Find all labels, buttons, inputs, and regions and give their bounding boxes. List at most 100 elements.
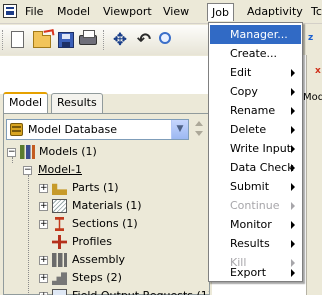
job-menu-monitor[interactable]: Monitor (210, 215, 301, 234)
new-file-button[interactable] (7, 29, 29, 51)
expand-toggle-icon[interactable]: + (39, 256, 48, 265)
expand-toggle-icon[interactable]: + (39, 274, 48, 283)
rotate-button[interactable]: ↶ (133, 29, 155, 51)
menu-item-label: Manager... (230, 28, 288, 41)
axis-z-label: z (308, 33, 314, 43)
job-menu-dropdown: Manager... Create... Edit Copy Rename De… (208, 22, 303, 282)
print-button[interactable] (77, 29, 99, 51)
expand-toggle-icon[interactable]: + (39, 220, 48, 229)
tree-updown-control[interactable] (193, 119, 205, 140)
new-document-icon (11, 31, 24, 48)
menu-file[interactable]: File (21, 3, 47, 21)
zoom-button[interactable] (156, 29, 178, 51)
tree-label: Profiles (72, 235, 112, 248)
tree-node-parts[interactable]: + Parts (1) (4, 179, 204, 197)
submenu-arrow-icon (291, 69, 295, 77)
collapse-toggle-icon[interactable]: − (7, 148, 16, 157)
zoom-icon (159, 32, 171, 44)
job-menu-delete[interactable]: Delete (210, 120, 301, 139)
parts-icon (52, 183, 67, 195)
menu-item-label: Create... (230, 47, 278, 60)
model-database-select[interactable]: Model Database ▼ (6, 119, 189, 140)
job-menu-data-check[interactable]: Data Check (210, 158, 301, 177)
save-button[interactable] (55, 29, 77, 51)
menu-item-label: Results (230, 237, 270, 250)
model-database-value: Model Database (28, 123, 118, 136)
tree-node-field-output-requests[interactable]: + Field Output Requests (1) (4, 287, 209, 295)
job-menu-continue: Continue (210, 196, 301, 215)
tree-node-profiles[interactable]: Profiles (4, 233, 204, 251)
tab-results[interactable]: Results (51, 93, 103, 113)
tree-node-models[interactable]: − Models (1) (4, 143, 204, 161)
models-icon (20, 145, 35, 159)
menu-item-label: Submit (230, 180, 270, 193)
tree-node-steps[interactable]: + Steps (2) (4, 269, 204, 287)
menu-more[interactable]: Tc (307, 3, 322, 21)
module-label: Modu (303, 92, 322, 103)
menu-view[interactable]: View (159, 3, 193, 21)
toolbar-separator (103, 30, 105, 50)
tree-label: Assembly (72, 253, 126, 266)
model-tree: − Models (1) − Model-1 + Parts (1) + Mat… (4, 143, 209, 295)
job-menu-create[interactable]: Create... (210, 44, 301, 63)
expand-toggle-icon[interactable]: + (39, 202, 48, 211)
submenu-arrow-icon (291, 221, 295, 229)
rotate-icon: ↶ (136, 30, 152, 50)
chevron-down-icon[interactable]: ▼ (171, 120, 188, 139)
tab-model[interactable]: Model (3, 92, 49, 114)
job-menu-export[interactable]: Export (210, 263, 301, 282)
tree-label: Materials (1) (72, 199, 142, 212)
job-menu-rename[interactable]: Rename (210, 101, 301, 120)
collapse-toggle-icon[interactable]: − (23, 166, 32, 175)
submenu-arrow-icon (291, 164, 295, 172)
window-menu-icon[interactable] (3, 4, 17, 18)
job-menu-manager[interactable]: Manager... (210, 25, 301, 44)
tree-node-materials[interactable]: + Materials (1) (4, 197, 204, 215)
menu-job[interactable]: Job (207, 3, 234, 21)
tree-label: Sections (1) (72, 217, 138, 230)
job-menu-edit[interactable]: Edit (210, 63, 301, 82)
pan-button[interactable]: ✥ (109, 29, 131, 51)
menu-viewport[interactable]: Viewport (99, 3, 156, 21)
menu-item-label: Data Check (230, 161, 294, 174)
job-menu-write-input[interactable]: Write Input (210, 139, 301, 158)
menu-adaptivity[interactable]: Adaptivity (243, 3, 307, 21)
toolbar-grip (2, 30, 4, 50)
submenu-arrow-icon (291, 88, 295, 96)
main-toolbar: ✥ ↶ (0, 25, 210, 55)
tree-label: Models (1) (39, 145, 97, 158)
tree-label: Field Output Requests (1) (72, 287, 209, 295)
submenu-arrow-icon (291, 145, 295, 153)
database-icon (10, 123, 23, 136)
sections-icon (55, 217, 64, 231)
menu-item-label: Export (230, 266, 267, 279)
assembly-icon (52, 253, 67, 267)
job-menu-results[interactable]: Results (210, 234, 301, 253)
menu-item-label: Edit (230, 66, 252, 79)
profiles-icon (52, 235, 67, 249)
submenu-arrow-icon (291, 269, 295, 277)
submenu-arrow-icon (291, 240, 295, 248)
submenu-arrow-icon (291, 126, 295, 134)
submenu-arrow-icon (291, 183, 295, 191)
open-file-button[interactable] (31, 29, 53, 51)
tree-node-assembly[interactable]: + Assembly (4, 251, 204, 269)
submenu-arrow-icon (291, 202, 295, 210)
job-menu-copy[interactable]: Copy (210, 82, 301, 101)
up-arrow-icon[interactable] (195, 121, 203, 126)
menu-item-label: Rename (230, 104, 276, 117)
axis-x-label: x (315, 66, 321, 76)
expand-toggle-icon[interactable]: + (39, 184, 48, 193)
menu-item-label: Copy (230, 85, 258, 98)
menu-item-label: Delete (230, 123, 267, 136)
field-output-icon (52, 289, 67, 295)
left-panel-top (0, 56, 212, 94)
tree-node-sections[interactable]: + Sections (1) (4, 215, 204, 233)
menu-item-label: Write Input (230, 142, 292, 155)
tree-node-model-1[interactable]: − Model-1 (4, 161, 204, 179)
steps-icon (52, 272, 67, 285)
job-menu-submit[interactable]: Submit (210, 177, 301, 196)
menu-bar: File Model Viewport View Job Adaptivity … (0, 0, 322, 24)
menu-model[interactable]: Model (53, 3, 94, 21)
down-arrow-icon[interactable] (195, 131, 203, 136)
